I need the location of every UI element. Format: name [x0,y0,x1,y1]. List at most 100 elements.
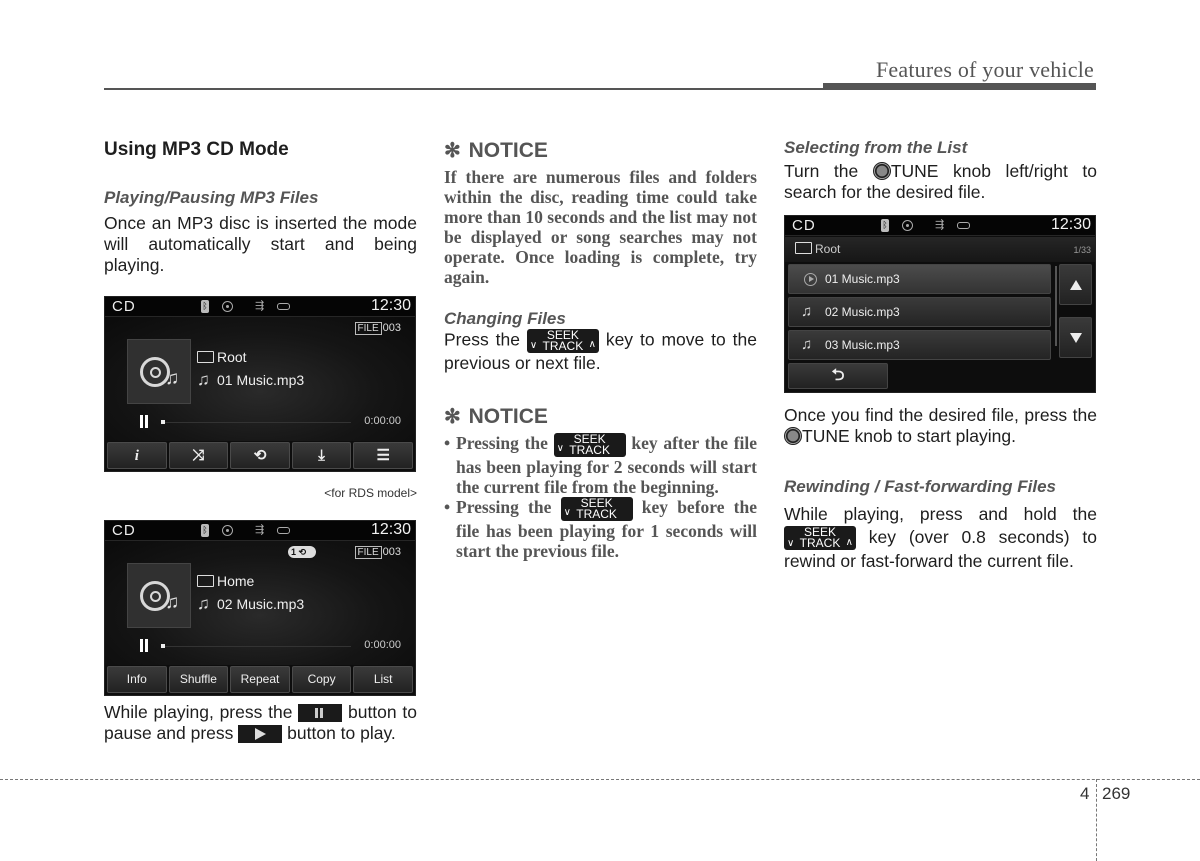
repeat-one-badge: 1 ⟲ [288,546,316,558]
shuffle-button[interactable]: Shuffle [168,666,229,693]
selecting-paragraph: Turn the TUNE knob left/right to search … [784,161,1097,202]
back-icon: ⮌ [831,367,845,384]
subhead-rewinding: Rewinding / Fast-forwarding Files [784,477,1057,496]
disc-icon [902,220,913,231]
mode-label: CD [112,522,136,539]
shuffle-button[interactable]: ⤨ [168,442,229,469]
clock: 12:30 [370,521,411,538]
back-button[interactable]: ⮌ [788,363,888,389]
folder-name: Root [197,349,247,365]
list-item[interactable]: 01 Music.mp3 [788,264,1051,294]
mode-label: CD [792,217,816,234]
notice-seek-list: Pressing the ∨SEEKTRACK key after the fi… [444,433,757,561]
header-bar [823,83,1096,90]
usb-icon: ⇶ [255,300,265,312]
notice-heading: ✻ NOTICE [444,139,548,162]
copy-button[interactable]: ⤓ [291,442,352,469]
pause-icon[interactable] [140,415,143,428]
progress-bar[interactable] [161,644,351,648]
album-art: ♫ [127,339,191,404]
screen-caption: <for RDS model> [324,486,417,500]
progress-handle[interactable] [161,644,165,648]
intro-paragraph: Once an MP3 disc is inserted the mode wi… [104,213,417,275]
progress-handle[interactable] [161,420,165,424]
scroll-up-button[interactable] [1059,264,1092,305]
cd-screen-standard: CD ᛒ ⇶ 12:30 1 ⟲ FILE 003 ♫ Home ♫ 02 Musi… [104,520,416,696]
footer-divider [1096,779,1097,861]
footer-rule [0,779,1200,780]
subhead-selecting-list: Selecting from the List [784,138,968,157]
scroll-down-button[interactable] [1059,317,1092,358]
info-icon: i [134,448,139,464]
control-bar: Info Shuffle Repeat Copy List [107,666,413,693]
music-note-icon: ♫ [801,303,813,320]
column-2: ✻ NOTICE If there are numerous files and… [444,138,757,561]
repeat-button[interactable]: ⟲ [230,442,290,469]
bluetooth-icon: ᛒ [881,219,889,232]
info-button[interactable]: Info [107,666,167,693]
file-number: FILE 003 [354,322,401,335]
clock: 12:30 [370,297,411,314]
pause-button-icon [298,704,343,723]
asterisk-icon: ✻ [444,406,461,428]
scrollbar[interactable] [1055,266,1057,346]
music-note-icon: ♫ [801,336,813,353]
subhead-playing-pausing: Playing/Pausing MP3 Files [104,188,319,207]
list-item[interactable]: ♫ 03 Music.mp3 [788,330,1051,360]
seek-track-key-icon: ∨ SEEK TRACK [560,497,633,521]
tune-knob-icon [872,162,891,180]
list-button[interactable]: List [353,666,413,693]
column-1: Using MP3 CD Mode Playing/Pausing MP3 Fi… [104,138,417,744]
play-button-icon [238,725,283,744]
file-count: 1/33 [1073,245,1091,255]
chapter-number: 4 [1080,784,1090,803]
list-item[interactable]: ♫ 02 Music.mp3 [788,297,1051,327]
notice-heading: ✻ NOTICE [444,405,548,428]
repeat-button[interactable]: Repeat [230,666,290,693]
notice-bullet: Pressing the ∨SEEKTRACK key before the f… [444,497,757,561]
track-name: ♫ 01 Music.mp3 [197,370,305,389]
music-note-icon: ♫ [197,370,210,389]
file-number: FILE 003 [354,546,401,559]
list-button[interactable]: ☰ [353,442,413,469]
progress-bar[interactable] [161,420,351,424]
found-paragraph: Once you find the desired file, press th… [784,405,1097,446]
aux-icon [277,303,290,310]
play-time: 0:00:00 [364,639,401,651]
folder-path-bar: Root 1/33 [785,237,1095,262]
play-icon [804,273,817,286]
disc-icon [222,301,233,312]
folder-icon [795,242,812,254]
disc-icon [222,525,233,536]
info-button[interactable]: i [107,442,167,469]
list-icon: ☰ [376,447,390,464]
mode-label: CD [112,298,136,315]
folder-name: Root [795,242,840,256]
changing-files-paragraph: Press the ∨ SEEK TRACK ∧ key to move to the… [444,328,757,373]
status-bar: CD ᛒ ⇶ 12:30 [105,297,415,317]
rewinding-paragraph: While playing, press and hold the ∨ SEEK T… [784,504,1097,572]
tune-knob-icon [784,427,802,445]
column-3: Selecting from the List Turn the TUNE kn… [784,138,1097,573]
shuffle-icon: ⤨ [192,447,205,464]
pause-icon[interactable] [140,639,143,652]
copy-icon: ⤓ [318,447,325,464]
play-time: 0:00:00 [364,415,401,427]
arrow-down-icon [1070,333,1082,343]
track-name: ♫ 02 Music.mp3 [197,594,305,613]
album-art: ♫ [127,563,191,628]
clock: 12:30 [1050,216,1091,233]
notice-bullet: Pressing the ∨SEEKTRACK key after the fi… [444,433,757,497]
usb-icon: ⇶ [255,524,265,536]
copy-button[interactable]: Copy [291,666,352,693]
page-number: 269 [1102,784,1131,803]
music-note-icon: ♫ [165,368,180,389]
music-note-icon: ♫ [165,592,180,613]
aux-icon [277,527,290,534]
control-bar: i ⤨ ⟲ ⤓ ☰ [107,442,413,469]
folder-name: Home [197,573,254,589]
status-bar: CD ᛒ ⇶ 12:30 [785,216,1095,236]
subhead-changing-files: Changing Files [444,309,566,328]
bluetooth-icon: ᛒ [201,300,209,313]
bluetooth-icon: ᛒ [201,524,209,537]
